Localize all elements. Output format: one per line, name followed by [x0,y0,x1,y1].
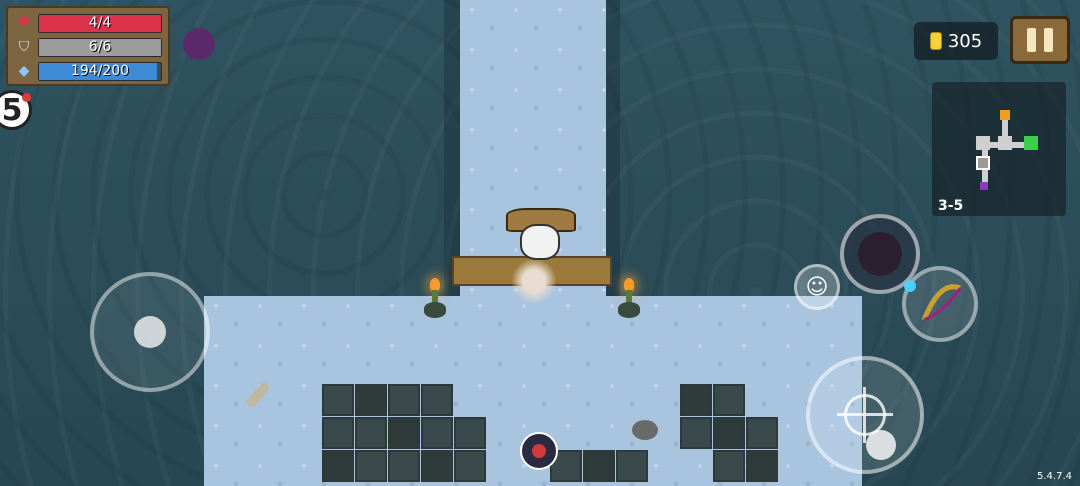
corridor-wall-right [606,0,620,296]
energy-text: 194/200 [70,62,130,79]
emote-button[interactable]: ☺ [794,264,840,310]
armor-row: ⛉ 6/6 [14,36,162,58]
pause-icon [1027,28,1036,52]
armor-bar: 6/6 [38,37,162,57]
boss-status-icon [183,28,215,60]
stats-panel: ♥ 4/4 ⛉ 6/6 ◆ 194/200 [6,6,170,86]
floor-level-label: 3-5 [938,198,964,214]
weapon-switch-button[interactable] [902,266,978,342]
rock [632,420,658,440]
energy-bar: 194/200 [38,61,162,81]
health-bar: 4/4 [38,13,162,33]
energy-row: ◆ 194/200 [14,60,162,82]
gold-amount: 305 [947,30,983,52]
movement-joystick[interactable] [90,272,210,392]
torch-right [618,278,640,318]
heart-icon: ♥ [17,15,31,31]
minimap[interactable]: 3-5 [932,82,1066,216]
swap-weapon-icon [904,280,916,292]
shield-icon: ⛉ [18,39,30,55]
minimap-room-current [976,156,990,170]
version-label: 5.4.7.4 [1037,471,1072,482]
minimap-room [976,136,990,150]
hooded-character-icon [858,232,902,276]
corridor-wall-left [444,0,460,296]
bow-icon [921,284,962,322]
health-row: ♥ 4/4 [14,12,162,34]
pause-button[interactable] [1010,16,1070,64]
aim-knob[interactable] [866,430,896,460]
minimap-room-boss [980,182,988,190]
dark-tile-block-middle [550,450,648,482]
attack-button[interactable] [806,356,924,474]
torch-left [424,278,446,318]
gold-coin-icon [929,32,942,50]
health-text: 4/4 [88,14,112,31]
level-number: 5 [1,92,23,128]
pickup-item[interactable] [520,432,558,470]
game-scene: ♥ 4/4 ⛉ 6/6 ◆ 194/200 5 305 3-5 ☺ 5.4.7.… [0,0,1080,486]
energy-crystal-icon: ◆ [18,63,30,79]
joystick-knob[interactable] [134,316,166,348]
dark-tile-block-left [322,384,486,482]
minimap-room-treasure [1000,110,1010,120]
player-character [504,202,578,306]
dark-tile-block-right [680,384,778,482]
gold-counter: 305 [914,22,998,60]
minimap-room [998,136,1012,150]
armor-text: 6/6 [88,38,112,55]
smiley-icon: ☺ [805,274,829,300]
minimap-room-exit [1024,136,1038,150]
